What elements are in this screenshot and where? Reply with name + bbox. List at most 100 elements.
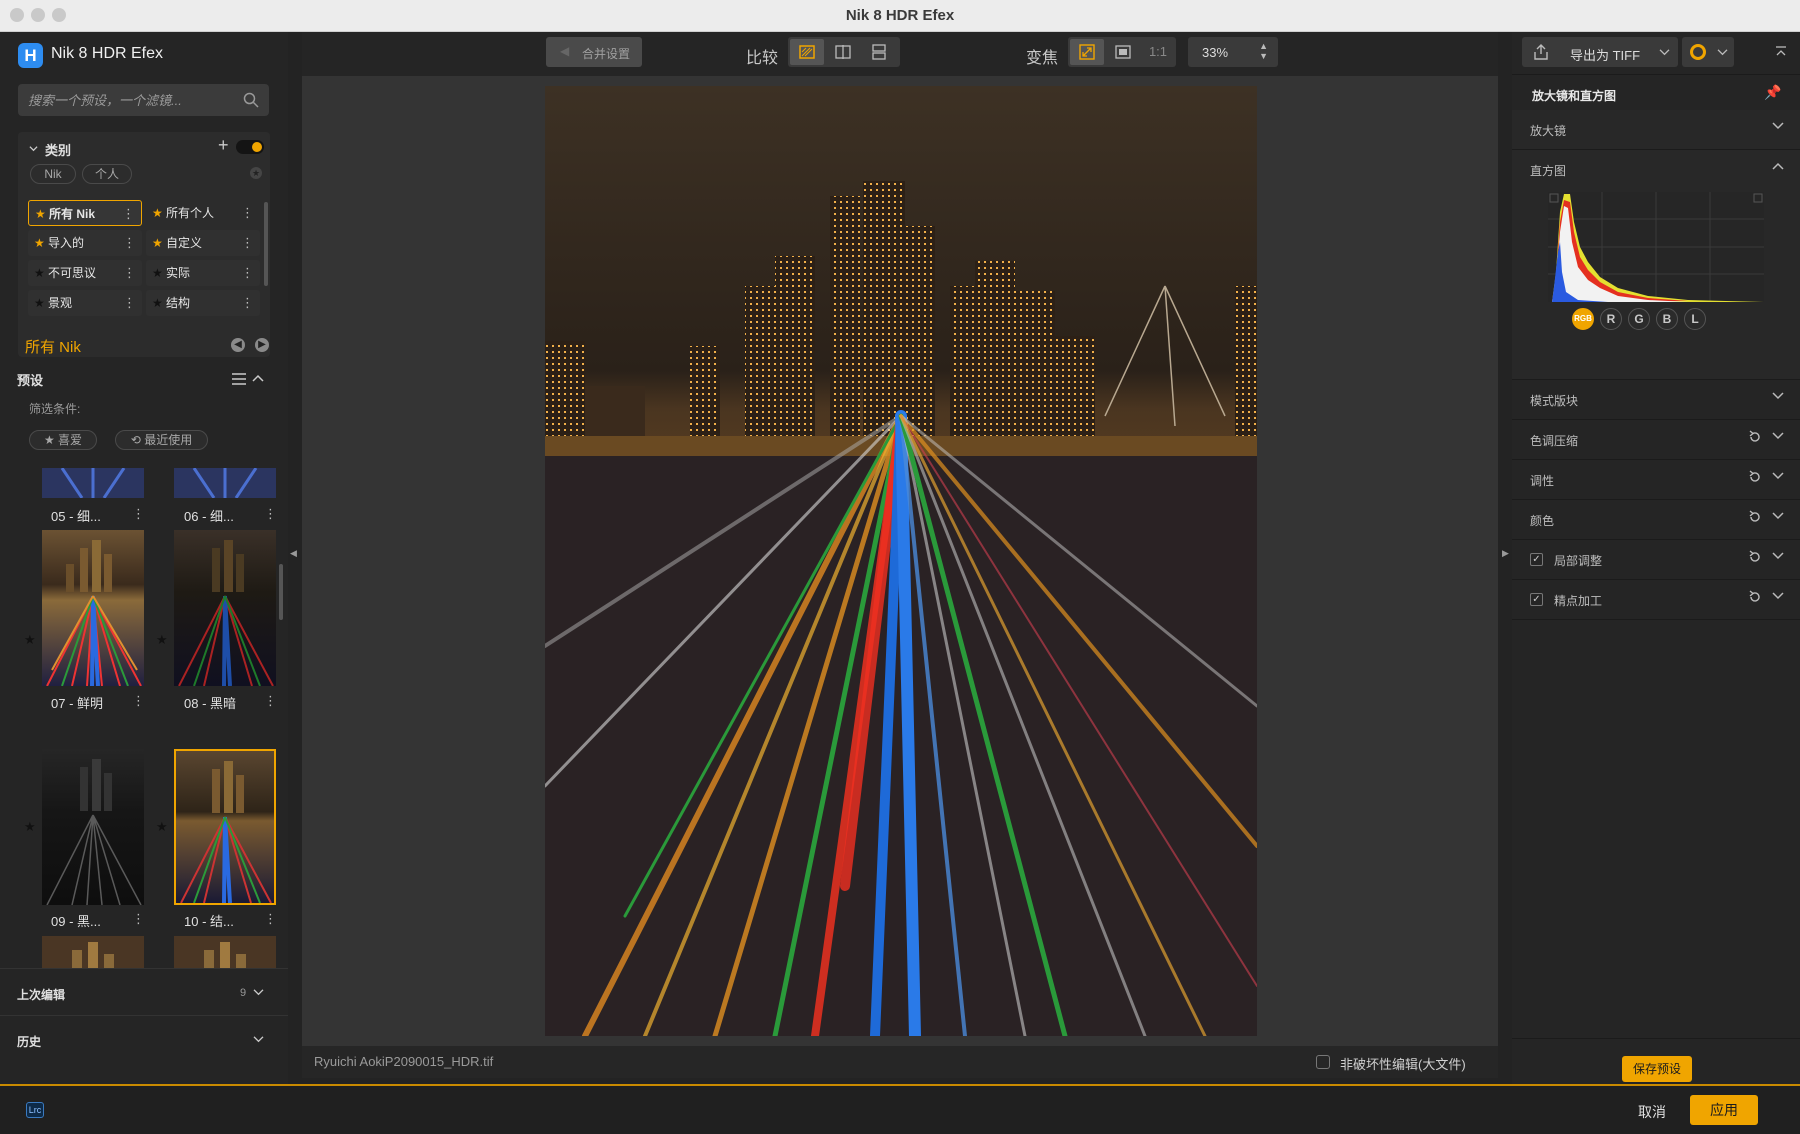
app-window: Nik 8 HDR Efex H Nik 8 HDR Efex 类别 + Nik… (0, 0, 1800, 1134)
chevron-down-icon[interactable] (253, 1035, 264, 1044)
section-mode[interactable]: 模式版块 (1512, 380, 1800, 420)
filter-pill-personal[interactable]: 个人 (82, 164, 132, 184)
category-incredible[interactable]: ★ 不可思议 ⋮ (28, 260, 142, 286)
more-icon[interactable]: ⋮ (123, 230, 136, 256)
compare-split-button[interactable] (826, 39, 860, 65)
preset-thumbnail-10-selected[interactable] (174, 749, 276, 905)
section-tone-compression[interactable]: 色调压缩 (1512, 420, 1800, 460)
back-icon[interactable]: ◀ (231, 338, 245, 352)
preset-thumbnail-06[interactable] (174, 468, 276, 498)
list-view-icon[interactable] (232, 373, 246, 385)
search-icon[interactable] (243, 92, 259, 108)
history-row[interactable]: 历史 (0, 1016, 288, 1062)
chevron-up-icon[interactable] (1772, 160, 1784, 172)
more-icon[interactable]: ⋮ (241, 230, 254, 256)
reset-icon[interactable] (1748, 550, 1762, 564)
collapse-left-panel-icon[interactable]: ◀ (290, 548, 298, 560)
favorite-star-icon[interactable]: ★ (24, 632, 36, 648)
sync-icon (1690, 44, 1706, 60)
reset-icon[interactable] (1748, 510, 1762, 524)
category-all-personal[interactable]: ★ 所有个人 ⋮ (146, 200, 260, 226)
category-all-nik[interactable]: ★ 所有 Nik ⋮ (28, 200, 142, 226)
category-toggle[interactable] (236, 140, 264, 154)
nondestructive-checkbox[interactable] (1316, 1055, 1330, 1069)
channel-l-button[interactable]: L (1684, 308, 1706, 330)
more-icon[interactable]: ⋮ (241, 200, 254, 226)
add-category-icon[interactable]: + (218, 135, 229, 156)
more-icon[interactable]: ⋮ (264, 693, 277, 709)
more-icon[interactable]: ⋮ (241, 260, 254, 286)
fit-to-screen-button[interactable] (1070, 39, 1104, 65)
favorite-filter-icon[interactable]: ★ (250, 167, 262, 179)
title-bar: Nik 8 HDR Efex (0, 0, 1800, 32)
zoom-select[interactable]: 33% ▲ ▼ (1188, 37, 1278, 67)
chevron-up-icon[interactable] (252, 373, 264, 383)
forward-icon[interactable]: ▶ (255, 338, 269, 352)
filter-conditions-label: 筛选条件: (29, 402, 81, 416)
reset-icon[interactable] (1748, 470, 1762, 484)
apply-button[interactable]: 应用 (1690, 1095, 1758, 1125)
pin-icon[interactable]: 📌 (1764, 84, 1781, 101)
app-name: Nik 8 HDR Efex (51, 45, 164, 62)
more-icon[interactable]: ⋮ (132, 911, 145, 927)
preview-area: ◀ 合并设置 比较 变焦 1:1 33% ▲ ▼ Ryuichi AokiP20… (302, 32, 1498, 1078)
loupe-row[interactable]: 放大镜 (1512, 110, 1800, 150)
compare-side-by-side-button[interactable] (862, 39, 896, 65)
channel-b-button[interactable]: B (1656, 308, 1678, 330)
more-icon[interactable]: ⋮ (123, 260, 136, 286)
collapse-all-icon[interactable] (1775, 46, 1787, 58)
preset-thumbnail-05[interactable] (42, 468, 144, 498)
section-color[interactable]: 颜色 (1512, 500, 1800, 540)
chevron-down-icon[interactable] (253, 988, 264, 997)
more-icon[interactable]: ⋮ (132, 506, 145, 522)
category-imported[interactable]: ★ 导入的 ⋮ (28, 230, 142, 256)
fill-screen-button[interactable] (1106, 39, 1140, 65)
channel-g-button[interactable]: G (1628, 308, 1650, 330)
more-icon[interactable]: ⋮ (241, 290, 254, 316)
section-finishing[interactable]: ✓ 精点加工 (1512, 580, 1800, 620)
export-button[interactable]: 导出为 TIFF (1522, 37, 1678, 67)
section-local-adjustments[interactable]: ✓ 局部调整 (1512, 540, 1800, 580)
last-edit-row[interactable]: 上次编辑 9 (0, 969, 288, 1015)
filter-recent-button[interactable]: ⟲ 最近使用 (115, 430, 208, 450)
category-custom[interactable]: ★ 自定义 ⋮ (146, 230, 260, 256)
preset-scrollbar[interactable] (279, 564, 283, 620)
preset-thumbnail-07[interactable] (42, 530, 144, 686)
finishing-checkbox[interactable]: ✓ (1530, 593, 1543, 606)
local-adjustments-checkbox[interactable]: ✓ (1530, 553, 1543, 566)
favorite-star-icon[interactable]: ★ (156, 632, 168, 648)
more-icon[interactable]: ⋮ (132, 693, 145, 709)
favorite-star-icon[interactable]: ★ (24, 819, 36, 835)
favorite-star-icon[interactable]: ★ (156, 819, 168, 835)
more-icon[interactable]: ⋮ (123, 290, 136, 316)
channel-rgb-button[interactable]: RGB (1572, 308, 1594, 330)
filter-pill-nik[interactable]: Nik (30, 164, 76, 184)
category-landscape[interactable]: ★ 景观 ⋮ (28, 290, 142, 316)
more-icon[interactable]: ⋮ (264, 911, 277, 927)
category-realistic[interactable]: ★ 实际 ⋮ (146, 260, 260, 286)
file-name: Ryuichi AokiP2090015_HDR.tif (314, 1054, 494, 1069)
merge-settings-button[interactable]: ◀ 合并设置 (546, 37, 642, 67)
reset-icon[interactable] (1748, 590, 1762, 604)
compare-modes (788, 37, 900, 67)
collapse-right-panel-icon[interactable]: ▶ (1502, 548, 1510, 560)
preset-thumbnail-08[interactable] (174, 530, 276, 686)
chevron-down-icon[interactable] (1659, 48, 1670, 57)
filter-favorite-button[interactable]: ★ 喜爱 (29, 430, 97, 450)
save-preset-button[interactable]: 保存预设 (1622, 1056, 1692, 1082)
cancel-button[interactable]: 取消 (1638, 1102, 1666, 1122)
more-icon[interactable]: ⋮ (264, 506, 277, 522)
category-structure[interactable]: ★ 结构 ⋮ (146, 290, 260, 316)
more-icon[interactable]: ⋮ (122, 201, 135, 227)
compare-overlay-button[interactable] (790, 39, 824, 65)
channel-r-button[interactable]: R (1600, 308, 1622, 330)
chevron-down-icon[interactable] (29, 144, 38, 153)
settings-menu-button[interactable] (1682, 37, 1734, 67)
category-scrollbar[interactable] (264, 202, 268, 286)
preset-thumbnail-09[interactable] (42, 749, 144, 905)
preview-image[interactable] (545, 86, 1257, 1036)
section-tonality[interactable]: 调性 (1512, 460, 1800, 500)
search-input[interactable] (28, 91, 233, 109)
reset-icon[interactable] (1748, 430, 1762, 444)
one-to-one-button[interactable]: 1:1 (1142, 39, 1174, 65)
